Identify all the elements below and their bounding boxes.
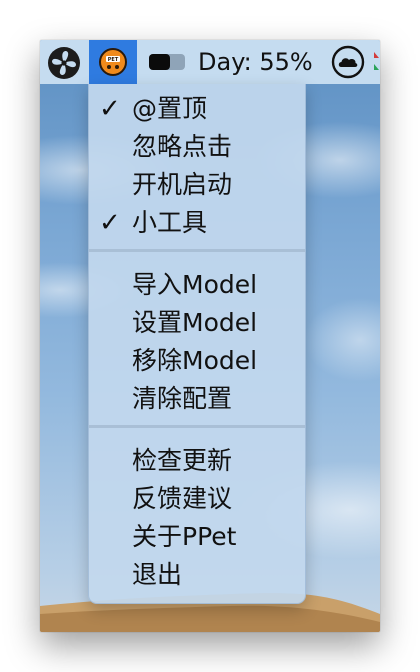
menu-item-label: 关于PPet <box>132 522 237 551</box>
ppet-app-icon: PET <box>99 48 127 76</box>
menu-item-clear-config[interactable]: 清除配置 <box>89 381 305 417</box>
menu-item-import-model[interactable]: 导入Model <box>89 267 305 303</box>
partial-status-icon[interactable] <box>373 50 380 74</box>
menu-item-label: 反馈建议 <box>132 484 233 513</box>
menu-item-label: 忽略点击 <box>132 132 233 161</box>
menu-item-remove-model[interactable]: 移除Model <box>89 343 305 379</box>
menu-separator <box>89 249 305 252</box>
menu-item-feedback[interactable]: 反馈建议 <box>89 481 305 517</box>
fan-icon <box>48 47 80 79</box>
menu-item-widget[interactable]: ✓ 小工具 <box>89 205 305 241</box>
fan-status-item[interactable] <box>44 40 82 84</box>
menu-item-label: 小工具 <box>132 208 208 237</box>
menu-item-pin-on-top[interactable]: ✓ @置顶 <box>89 91 305 127</box>
menu-item-launch-at-login[interactable]: 开机启动 <box>89 167 305 203</box>
menu-item-label: 清除配置 <box>132 384 233 413</box>
menu-item-ignore-clicks[interactable]: 忽略点击 <box>89 129 305 165</box>
ppet-status-item[interactable]: PET <box>89 40 137 84</box>
checkmark-icon: ✓ <box>99 208 121 238</box>
menu-item-label: 开机启动 <box>132 170 233 199</box>
menu-item-label: 设置Model <box>132 308 258 337</box>
menu-separator <box>89 425 305 428</box>
screenshot-window: PET Day: 55% ✓ @置顶 忽略点击 开机启动 ✓ 小工具 导入Mod… <box>40 40 380 632</box>
menu-item-quit[interactable]: 退出 <box>89 557 305 593</box>
menu-item-set-model[interactable]: 设置Model <box>89 305 305 341</box>
menu-item-label: 导入Model <box>132 270 258 299</box>
menu-item-check-updates[interactable]: 检查更新 <box>89 443 305 479</box>
checkmark-icon: ✓ <box>99 94 121 124</box>
cloud-icon[interactable] <box>331 45 365 79</box>
day-status-text[interactable]: Day: 55% <box>198 47 313 77</box>
menu-item-label: 检查更新 <box>132 446 233 475</box>
app-dropdown-menu: ✓ @置顶 忽略点击 开机启动 ✓ 小工具 导入Model 设置Model 移除… <box>88 84 306 604</box>
menu-item-about[interactable]: 关于PPet <box>89 519 305 555</box>
menu-bar: PET Day: 55% <box>40 40 380 84</box>
menu-item-label: @置顶 <box>132 94 208 123</box>
menu-item-label: 移除Model <box>132 346 258 375</box>
menu-item-label: 退出 <box>132 560 183 589</box>
battery-toggle-icon[interactable] <box>148 52 188 72</box>
ppet-icon-text: PET <box>108 57 119 63</box>
